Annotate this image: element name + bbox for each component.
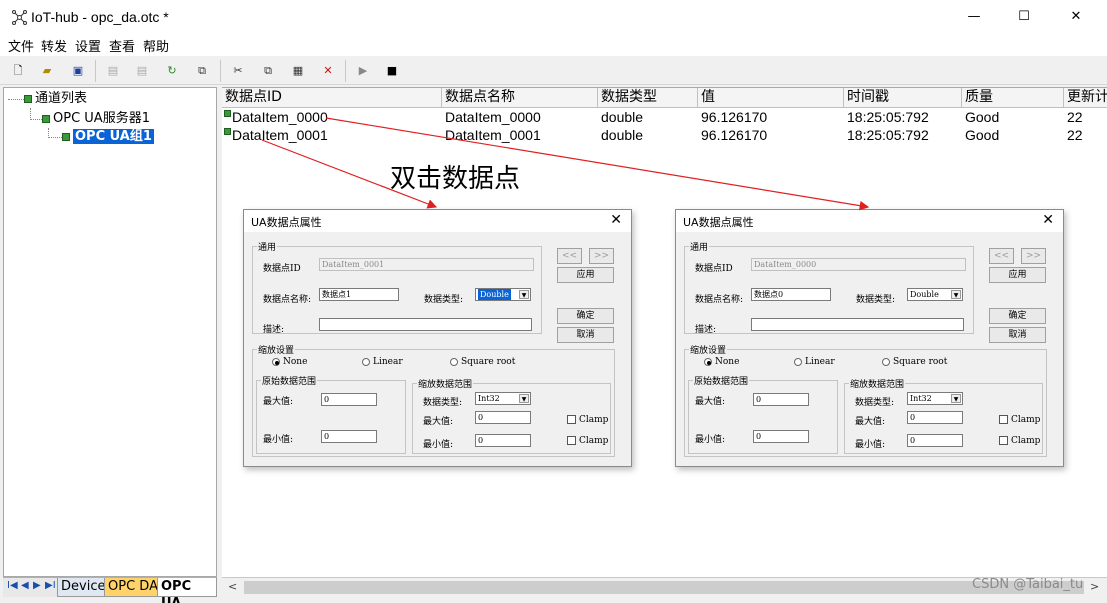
arrow-to-dialog-1 bbox=[261, 139, 438, 209]
arrow-to-dialog-2 bbox=[325, 117, 870, 211]
app-window: IoT-hub - opc_da.otc * — ☐ ✕ 文件 转发 设置 查看… bbox=[0, 0, 1107, 603]
watermark: CSDN @Taibai_tu bbox=[972, 577, 1084, 592]
annotation-arrows bbox=[261, 117, 870, 211]
